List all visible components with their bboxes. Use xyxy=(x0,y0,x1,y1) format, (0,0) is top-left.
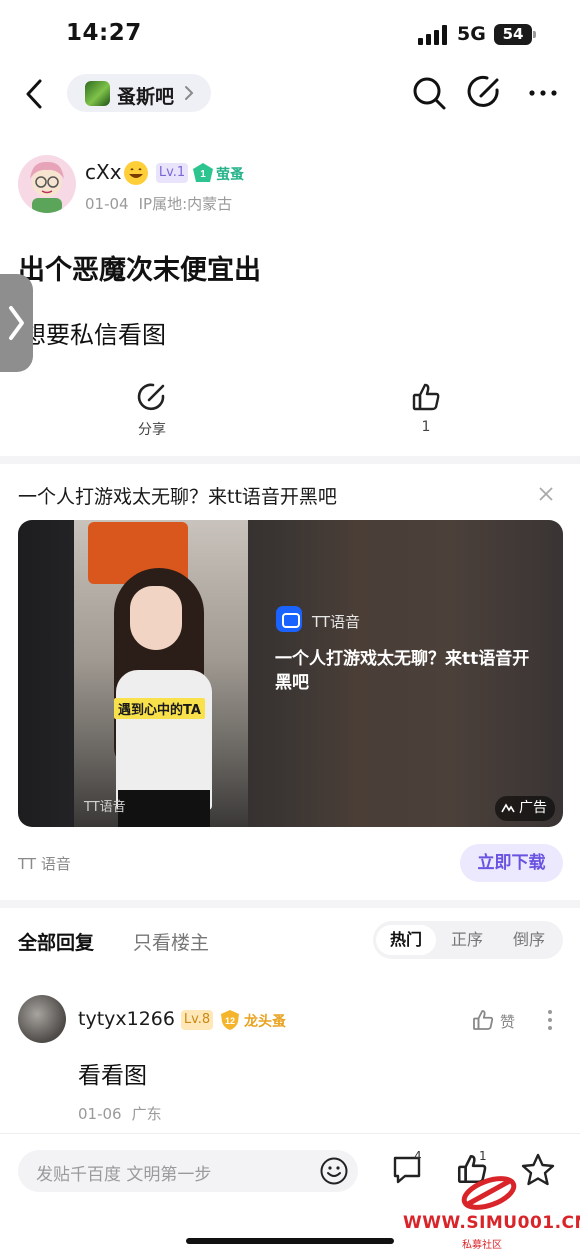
post-like-button[interactable]: 1 xyxy=(400,381,452,435)
home-indicator xyxy=(186,1238,394,1244)
reply-date: 01-06 xyxy=(78,1105,122,1123)
star-icon[interactable] xyxy=(520,1152,556,1188)
section-divider xyxy=(0,900,580,908)
forum-link[interactable]: 蚤斯吧 xyxy=(67,74,211,112)
badge-number: 1 xyxy=(200,169,206,180)
comment-count: 4 xyxy=(414,1149,422,1163)
sort-ascending[interactable]: 正序 xyxy=(437,925,497,955)
post-body: 想要私信看图 xyxy=(22,321,166,349)
reply-user-name[interactable]: tytyx1266 xyxy=(78,1008,175,1030)
reply-input[interactable]: 发贴千百度 文明第一步 xyxy=(18,1150,358,1192)
author-avatar[interactable] xyxy=(18,155,76,213)
thumbs-up-icon xyxy=(412,383,440,411)
close-icon[interactable] xyxy=(537,485,555,503)
cartoon-avatar-icon xyxy=(30,161,64,213)
share-icon xyxy=(137,383,165,411)
badge-label: 萤蚤 xyxy=(216,167,244,183)
grinning-emoji-icon xyxy=(124,161,148,185)
post-meta: 01-04 IP属地:内蒙古 xyxy=(85,193,232,214)
shield-icon: 12 xyxy=(221,1010,239,1030)
sort-hot[interactable]: 热门 xyxy=(376,925,436,955)
tab-op-only[interactable]: 只看楼主 xyxy=(133,928,209,955)
thumbs-up-icon xyxy=(473,1010,494,1030)
chevron-right-icon xyxy=(9,306,24,340)
cellular-signal-icon xyxy=(418,25,447,45)
search-icon[interactable] xyxy=(411,75,447,111)
author-name[interactable]: cXx xyxy=(85,160,122,184)
reply-location: 广东 xyxy=(131,1105,162,1123)
sort-toggle: 热门 正序 倒序 xyxy=(373,921,563,959)
reply-meta: 01-06 广东 xyxy=(78,1103,162,1124)
reply-like-button[interactable]: 赞 xyxy=(471,1008,523,1034)
share-button[interactable]: 分享 xyxy=(124,381,180,439)
bottom-like-count: 1 xyxy=(479,1149,487,1163)
back-arrow-icon[interactable] xyxy=(22,78,48,110)
side-drawer-tab[interactable] xyxy=(0,274,33,372)
ad-tag: 广告 xyxy=(495,796,555,821)
comment-button[interactable]: 4 xyxy=(390,1149,428,1188)
ad-headline[interactable]: 一个人打游戏太无聊？来tt语音开黑吧 xyxy=(18,482,337,509)
post-like-count: 1 xyxy=(421,419,431,435)
share-label: 分享 xyxy=(138,422,166,438)
ad-media[interactable]: 遇到心中的TA TT语音 TT语音 一个人打游戏太无聊？来tt语音开黑吧 广告 xyxy=(18,520,563,827)
more-vertical-icon[interactable] xyxy=(546,1008,554,1032)
watermark-logo-icon xyxy=(461,1176,517,1210)
ad-mark-icon xyxy=(501,803,515,813)
battery-level: 54 xyxy=(502,25,524,43)
gem-icon: 1 xyxy=(193,163,213,182)
ad-photo-watermark: TT语音 xyxy=(84,800,126,815)
section-divider xyxy=(0,456,580,464)
reply-input-placeholder: 发贴千百度 文明第一步 xyxy=(36,1165,212,1185)
ad-tag-label: 广告 xyxy=(519,800,547,816)
reply-badge-label: 龙头蚤 xyxy=(244,1014,286,1030)
chevron-right-icon xyxy=(185,86,194,100)
reply-level-badge: Lv.8 xyxy=(181,1010,213,1030)
post-date: 01-04 xyxy=(85,195,129,213)
edit-post-icon[interactable] xyxy=(467,74,503,110)
tt-app-icon xyxy=(276,606,302,632)
post-ip: IP属地:内蒙古 xyxy=(138,195,233,213)
reply-avatar[interactable] xyxy=(18,995,66,1043)
download-button[interactable]: 立即下载 xyxy=(460,844,563,882)
forum-logo xyxy=(85,81,110,106)
status-time: 14:27 xyxy=(66,20,142,46)
ad-brand-name: TT语音 xyxy=(312,613,361,631)
watermark-subtitle: 私募社区 xyxy=(462,1240,502,1251)
more-options-icon[interactable] xyxy=(528,88,558,98)
sort-descending[interactable]: 倒序 xyxy=(499,925,559,955)
level-badge: Lv.1 xyxy=(156,163,188,183)
ad-advertiser: TT 语音 xyxy=(18,855,71,873)
tab-all-replies[interactable]: 全部回复 xyxy=(18,928,94,955)
network-type: 5G xyxy=(457,23,486,45)
reply-text: 看看图 xyxy=(78,1063,147,1089)
ad-description: 一个人打游戏太无聊？来tt语音开黑吧 xyxy=(275,649,530,693)
post-title: 出个恶魔次末便宜出 xyxy=(18,255,261,286)
ad-photo-caption: 遇到心中的TA xyxy=(114,698,205,719)
reply-like-label: 赞 xyxy=(500,1013,516,1031)
forum-name: 蚤斯吧 xyxy=(117,86,175,108)
ad-photo xyxy=(74,520,248,827)
reply-badge-number: 12 xyxy=(225,1016,235,1026)
watermark-site: WWW.SIMU001.CN xyxy=(403,1213,580,1233)
battery-icon: 54 xyxy=(494,24,536,45)
emoji-icon[interactable] xyxy=(319,1156,349,1186)
